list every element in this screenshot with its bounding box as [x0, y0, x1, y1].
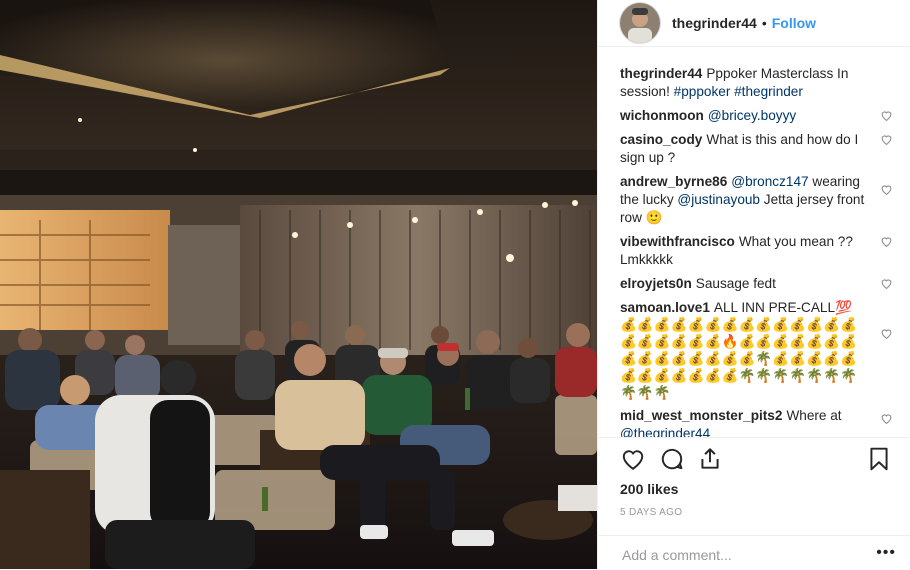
- like-comment-heart-icon[interactable]: [880, 412, 894, 426]
- comment-username[interactable]: mid_west_monster_pits2: [620, 408, 782, 423]
- poker-room-photo: [0, 0, 597, 569]
- comment-text: ALL INN PRE-CALL💯💰💰💰💰💰💰💰💰💰💰💰💰💰💰💰💰💰💰💰💰🔥💰💰…: [620, 300, 857, 400]
- header-username[interactable]: thegrinder44: [672, 15, 757, 31]
- share-icon[interactable]: [697, 446, 723, 472]
- mention-link[interactable]: @justinayoub: [677, 192, 760, 207]
- mention-link[interactable]: @broncz147: [731, 174, 808, 189]
- comment-item: mid_west_monster_pits2 Where at @thegrind…: [620, 407, 896, 437]
- comment-item: vibewithfrancisco What you mean ?? Lmkkkk…: [620, 233, 896, 269]
- bookmark-icon[interactable]: [866, 446, 892, 472]
- separator-dot: •: [761, 15, 767, 31]
- comment-item: wichonmoon @bricey.boyyy: [620, 107, 896, 125]
- comment-username[interactable]: samoan.love1: [620, 300, 710, 315]
- hashtag-link[interactable]: #thegrinder: [734, 84, 803, 99]
- comment-username[interactable]: wichonmoon: [620, 108, 704, 123]
- comment-bubble-icon[interactable]: [659, 446, 685, 472]
- more-options-button[interactable]: •••: [876, 545, 896, 561]
- like-comment-heart-icon[interactable]: [880, 235, 894, 249]
- comment-username[interactable]: andrew_byrne86: [620, 174, 727, 189]
- post-side-panel: thegrinder44 • Follow thegrinder44 Pppoke…: [597, 0, 910, 569]
- action-bar: [620, 446, 892, 474]
- mention-link[interactable]: @bricey.boyyy: [708, 108, 796, 123]
- avatar[interactable]: [620, 3, 660, 43]
- heart-outline-icon[interactable]: [620, 446, 646, 472]
- post-view: thegrinder44 • Follow thegrinder44 Pppoke…: [0, 0, 910, 569]
- like-comment-heart-icon[interactable]: [880, 277, 894, 291]
- like-comment-heart-icon[interactable]: [880, 327, 894, 341]
- comment-username[interactable]: vibewithfrancisco: [620, 234, 735, 249]
- comment-text: Sausage fedt: [695, 276, 776, 291]
- comment-item: andrew_byrne86 @broncz147 wearing the luc…: [620, 173, 896, 227]
- comment-item: casino_cody What is this and how do I sig…: [620, 131, 896, 167]
- divider: [598, 437, 910, 438]
- caption-username[interactable]: thegrinder44: [620, 66, 702, 81]
- add-comment-row: •••: [598, 535, 910, 570]
- comments-list[interactable]: thegrinder44 Pppoker Masterclass In sessi…: [620, 65, 896, 437]
- comment-text: Where at: [786, 408, 846, 423]
- hashtag-link[interactable]: #pppoker: [674, 84, 731, 99]
- comment-username[interactable]: casino_cody: [620, 132, 702, 147]
- comment-item: elroyjets0n Sausage fedt: [620, 275, 896, 293]
- comment-item: samoan.love1 ALL INN PRE-CALL💯💰💰💰💰💰💰💰💰💰💰💰…: [620, 299, 896, 401]
- post-header: thegrinder44 • Follow: [598, 0, 910, 47]
- follow-button[interactable]: Follow: [772, 15, 816, 31]
- post-timestamp[interactable]: 5 DAYS AGO: [620, 507, 682, 518]
- mention-link[interactable]: @thegrinder44: [620, 426, 710, 437]
- post-photo[interactable]: [0, 0, 597, 569]
- likes-count[interactable]: 200 likes: [620, 481, 678, 497]
- like-comment-heart-icon[interactable]: [880, 109, 894, 123]
- like-comment-heart-icon[interactable]: [880, 183, 894, 197]
- post-caption: thegrinder44 Pppoker Masterclass In sessi…: [620, 65, 896, 101]
- add-comment-input[interactable]: [620, 544, 864, 566]
- comment-username[interactable]: elroyjets0n: [620, 276, 692, 291]
- like-comment-heart-icon[interactable]: [880, 133, 894, 147]
